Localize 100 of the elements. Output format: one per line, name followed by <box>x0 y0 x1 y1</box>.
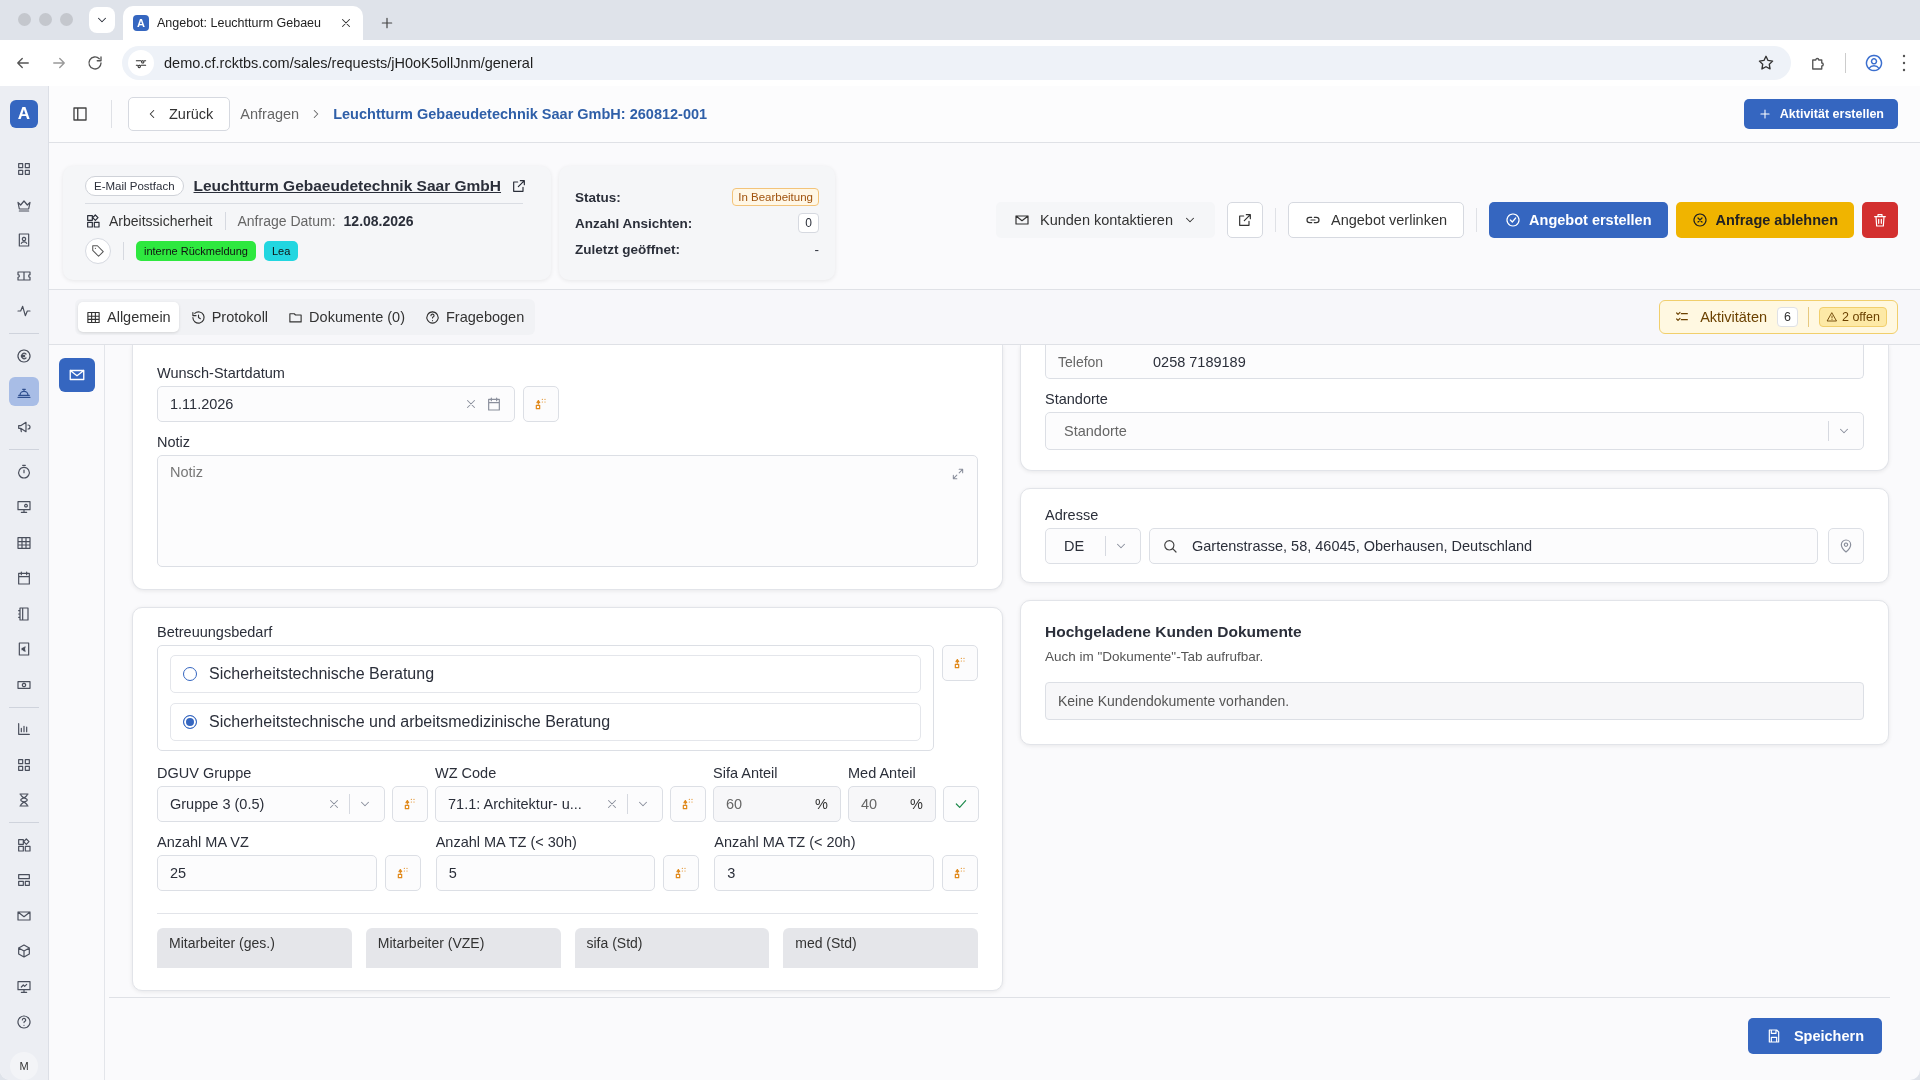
autofill-icon <box>952 865 968 881</box>
activities-button[interactable]: Aktivitäten 6 2 offen <box>1659 300 1898 334</box>
address-search-field[interactable]: Gartenstrasse, 58, 46045, Oberhausen, Deutschland <box>1149 528 1818 564</box>
tile-label: sifa (Std) <box>586 935 643 951</box>
dguv-select[interactable]: Gruppe 3 (0.5) <box>157 786 385 822</box>
country-select[interactable]: DE <box>1045 528 1141 564</box>
activity-count: 6 <box>1777 307 1798 327</box>
autofill-icon <box>533 396 549 412</box>
field-value: 40 <box>861 796 878 812</box>
address-bar[interactable]: demo.cf.rcktbs.com/sales/requests/jH0oK5ollJnm/general <box>122 46 1791 80</box>
cube-icon <box>16 943 32 960</box>
date-field[interactable]: 1.11.2026 <box>157 386 515 422</box>
med-share-field[interactable]: 40 % <box>848 786 936 822</box>
field-label: WZ Code <box>435 765 498 781</box>
open-external-button[interactable] <box>1227 202 1263 238</box>
site-settings-button[interactable] <box>128 50 154 76</box>
number-field[interactable]: 5 <box>435 855 656 891</box>
option-label: Sicherheitstechnische Beratung <box>209 665 435 683</box>
clear-icon <box>464 397 478 411</box>
open-count-badge: 2 offen <box>1819 307 1887 327</box>
wz-code-select[interactable]: 71.1: Architektur- u... <box>435 786 663 822</box>
sidebar-nav-item[interactable] <box>9 376 39 407</box>
reload-icon <box>86 54 104 72</box>
user-avatar[interactable]: M <box>10 1052 38 1080</box>
number-field[interactable]: 25 <box>157 855 377 891</box>
field-value: 60 <box>726 796 743 812</box>
stopwatch-icon <box>16 463 32 480</box>
status-label: Status: <box>575 189 621 205</box>
mail-button[interactable] <box>58 358 95 392</box>
empty-state: Keine Kundendokumente vorhanden. <box>1045 682 1864 720</box>
breadcrumb-link[interactable]: Leuchtturm Gebaeudetechnik Saar GmbH: 260812-001 <box>333 106 708 122</box>
save-button[interactable]: Speichern <box>1747 1018 1882 1054</box>
bar-chart-icon <box>16 721 32 738</box>
help-icon <box>425 309 440 325</box>
contact-customer-button[interactable]: Kunden kontaktieren <box>995 202 1215 238</box>
activities-label: Aktivitäten <box>1700 309 1768 325</box>
radio-option[interactable]: Sicherheitstechnische Beratung <box>170 655 921 693</box>
select-value: 71.1: Architektur- u... <box>448 796 582 812</box>
autofill-icon <box>402 796 418 812</box>
radio-button[interactable] <box>183 667 197 681</box>
grid-icon <box>16 161 32 178</box>
mail-icon <box>1013 212 1030 228</box>
locations-select[interactable]: Standorte <box>1045 412 1864 450</box>
decline-request-button[interactable]: Anfrage ablehnen <box>1675 202 1854 238</box>
tag-button[interactable] <box>85 238 111 264</box>
calendar-icon <box>486 396 502 412</box>
tab[interactable]: Protokoll <box>182 302 277 332</box>
delete-button[interactable] <box>1862 202 1898 238</box>
expand-icon <box>951 467 965 481</box>
field-label: DGUV Gruppe <box>157 765 253 781</box>
plus-icon <box>1757 107 1772 121</box>
status-badge: In Bearbeitung <box>732 188 819 206</box>
monitor-icon <box>16 499 32 516</box>
back-button[interactable]: Zurück <box>128 97 231 131</box>
id-card-icon <box>16 232 32 249</box>
tile-label: med (Std) <box>795 935 857 951</box>
note-field[interactable]: Notiz <box>157 455 978 567</box>
country-value: DE <box>1064 538 1085 554</box>
option-label: Sicherheitstechnische und arbeitsmedizinische Beratung <box>209 713 611 731</box>
close-icon <box>339 16 353 30</box>
app-logo[interactable]: A <box>10 100 38 128</box>
external-link-icon <box>1237 212 1253 228</box>
field-label: Med Anteil <box>848 765 917 781</box>
field-value: 5 <box>448 865 457 881</box>
warning-icon <box>1826 311 1838 323</box>
category-label: Arbeitssicherheit <box>109 213 213 229</box>
bookmark-star-icon <box>1757 54 1775 72</box>
browser-tab[interactable]: A Angebot: Leuchtturm Gebaeu <box>123 6 363 40</box>
tab[interactable]: Allgemein <box>78 302 179 332</box>
field-label: Betreuungsbedarf <box>157 624 274 640</box>
tile-label: Mitarbeiter (ges.) <box>169 935 275 951</box>
sifa-share-field[interactable]: 60 % <box>713 786 841 822</box>
breadcrumb-link[interactable]: Anfragen <box>240 106 300 122</box>
link-offer-button[interactable]: Angebot verlinken <box>1288 202 1465 238</box>
tab[interactable]: Fragebogen <box>417 302 533 332</box>
tab[interactable]: Dokumente (0) <box>280 302 413 332</box>
tile-label: Mitarbeiter (VZE) <box>377 935 485 951</box>
date-value: 1.11.2026 <box>170 396 234 412</box>
apps-icon <box>16 836 32 853</box>
field-label: Anzahl MA TZ (< 30h) <box>435 834 578 850</box>
field-label: Wunsch-Startdatum <box>157 365 286 381</box>
tab-title: Angebot: Leuchtturm Gebaeu <box>157 16 321 30</box>
percent-unit: % <box>815 796 828 812</box>
number-field[interactable]: 3 <box>714 855 934 891</box>
radio-button[interactable] <box>183 715 197 729</box>
radio-option[interactable]: Sicherheitstechnische und arbeitsmedizinische Beratung <box>170 703 921 741</box>
phone-field[interactable]: Telefon 0258 7189189 <box>1045 345 1864 379</box>
select-placeholder: Standorte <box>1064 423 1127 439</box>
create-activity-button[interactable]: Aktivität erstellen <box>1743 99 1898 129</box>
tag: Lea <box>263 241 299 261</box>
status-label: Anzahl Ansichten: <box>575 215 693 231</box>
company-link[interactable]: Leuchtturm Gebaeudetechnik Saar GmbH <box>193 177 502 195</box>
account-icon <box>1864 53 1884 73</box>
date-label: Anfrage Datum: <box>237 213 336 229</box>
notebook-icon <box>16 605 32 622</box>
sidebar-panel-icon <box>71 105 89 123</box>
menu-icon <box>1902 54 1906 72</box>
field-label: Sifa Anteil <box>713 765 779 781</box>
create-offer-button[interactable]: Angebot erstellen <box>1489 202 1668 238</box>
calendar-icon <box>16 570 32 587</box>
